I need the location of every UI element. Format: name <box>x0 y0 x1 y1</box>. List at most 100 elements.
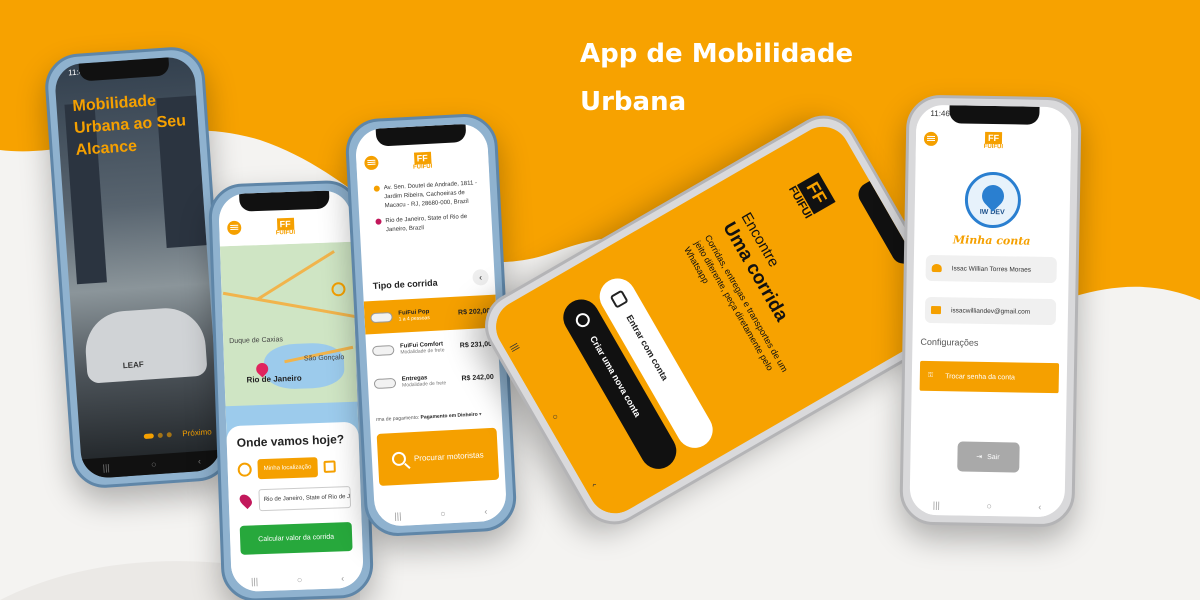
map-road <box>257 250 335 301</box>
origin-row: Minha localização <box>237 456 350 480</box>
search-drivers-button[interactable]: Procurar motoristas <box>376 427 500 486</box>
map-view[interactable]: Duque de Caxias São Gonçalo Rio de Janei… <box>219 241 359 442</box>
recents-icon[interactable]: ||| <box>933 500 940 510</box>
settings-heading: Configurações <box>920 336 979 348</box>
logout-label: Sair <box>987 453 1000 461</box>
map-label-city: Rio de Janeiro <box>246 373 302 385</box>
add-user-icon <box>573 310 593 330</box>
ride-option-delivery[interactable]: Entregas Modalidade de frete R$ 242,00 <box>367 360 501 400</box>
onboarding-screen: 11:45 Mobilidade Urbana ao Seu Alcance L… <box>53 55 223 480</box>
page-dot[interactable] <box>157 432 163 439</box>
back-icon[interactable]: ‹ <box>341 573 344 583</box>
account-title: Minha conta <box>952 233 1031 248</box>
search-icon <box>391 451 407 467</box>
edit-icon[interactable] <box>323 460 336 473</box>
sheet-title: Onde vamos hoje? <box>236 432 345 450</box>
back-icon[interactable]: ‹ <box>1038 502 1041 512</box>
destination-input[interactable]: Rio de Janeiro, State of Rio de J <box>258 485 352 512</box>
logo-word: FUIFUI <box>275 229 296 237</box>
phone-onboarding: 11:45 Mobilidade Urbana ao Seu Alcance L… <box>43 44 233 491</box>
app-logo: FF FUIFUI <box>412 151 433 171</box>
onboarding-title: Mobilidade Urbana ao Seu Alcance <box>72 92 187 160</box>
android-navbar: ||| ○ ‹ <box>909 494 1065 518</box>
email-value: issacwilliandev@gmail.com <box>950 306 1031 316</box>
home-icon[interactable]: ○ <box>151 459 157 469</box>
payment-method[interactable]: rma de pagamento: Pagamento em Dinheiro … <box>376 411 482 423</box>
home-icon[interactable]: ○ <box>440 509 446 519</box>
recents-icon[interactable]: ||| <box>509 342 521 353</box>
app-logo: FF FUIFUI <box>275 217 296 237</box>
payment-value: Pagamento em Dinheiro <box>420 411 478 421</box>
back-icon[interactable]: ‹ <box>484 506 488 516</box>
route-addresses: Av. Sen. Doutel de Andrade, 1811 - Jardi… <box>366 179 485 242</box>
status-time: 11:46 <box>930 108 950 119</box>
calculate-fare-button[interactable]: Calcular valor da corrida <box>239 521 353 555</box>
destination-text: Rio de Janeiro, State of Rio de Janeiro,… <box>385 213 468 234</box>
logo-ff: FF <box>413 151 432 165</box>
search-drivers-label: Procurar motoristas <box>413 449 484 463</box>
origin-marker-icon <box>373 185 380 192</box>
android-navbar: ||| ○ ‹ <box>374 500 508 528</box>
car-icon <box>373 377 397 389</box>
car-icon <box>370 311 393 323</box>
ride-type-title: Tipo de corrida <box>372 277 438 291</box>
home-icon[interactable]: ○ <box>550 412 561 422</box>
pagination-dots <box>143 432 172 440</box>
drop-logo-icon <box>976 179 1009 212</box>
car-image <box>83 305 208 384</box>
chevron-down-icon: ▾ <box>478 411 482 418</box>
page-headline: App de Mobilidade Urbana <box>580 30 853 126</box>
recents-icon[interactable]: ||| <box>102 462 110 472</box>
notch <box>239 190 330 212</box>
app-logo: FF FUIFUI <box>983 131 1004 151</box>
user-icon <box>931 263 942 273</box>
home-icon[interactable]: ○ <box>986 501 992 511</box>
map-label-sao-goncalo: São Gonçalo <box>303 354 345 363</box>
map-screen: FF FUIFUI Duque de Caxias São Gonçalo Ri… <box>218 189 364 593</box>
recents-icon[interactable]: ||| <box>394 511 402 521</box>
change-password-button[interactable]: ⚿ Trocar senha da conta <box>919 360 1060 394</box>
logout-button[interactable]: ⇥ Sair <box>956 441 1020 473</box>
account-screen: 11:46 FF FUIFUI IW DEV Minha conta Issac… <box>909 104 1072 518</box>
logo-word: FUIFUI <box>412 163 433 171</box>
avatar[interactable]: IW DEV <box>963 171 1021 229</box>
app-header: FF FUIFUI <box>915 122 1072 160</box>
destination-sheet: Onde vamos hoje? Minha localização Rio d… <box>226 421 364 573</box>
back-icon[interactable]: ‹ <box>590 481 600 489</box>
compass-icon[interactable] <box>331 282 346 297</box>
chevron-left-icon[interactable]: ‹ <box>472 268 489 286</box>
recents-icon[interactable]: ||| <box>251 576 258 586</box>
my-location-button[interactable]: Minha localização <box>257 457 318 480</box>
menu-icon[interactable] <box>227 220 242 236</box>
origin-address: Av. Sen. Doutel de Andrade, 1811 - Jardi… <box>366 179 483 212</box>
login-icon <box>609 289 629 309</box>
app-header: FF FUIFUI <box>355 140 490 182</box>
app-header: FF FUIFUI <box>218 207 352 247</box>
ride-price: R$ 231,00 <box>459 340 493 350</box>
email-field[interactable]: issacwilliandev@gmail.com <box>924 296 1057 326</box>
notch <box>948 105 1040 125</box>
ride-options-list: FuiFui Pop 1 a 4 pessoas R$ 202,00 FuiFu… <box>363 294 501 401</box>
origin-text: Av. Sen. Doutel de Andrade, 1811 - Jardi… <box>383 180 478 210</box>
back-icon[interactable]: ‹ <box>198 456 202 466</box>
change-password-label: Trocar senha da conta <box>945 372 1016 381</box>
headline-line1: App de Mobilidade <box>580 39 854 69</box>
android-navbar: ||| ○ ‹ <box>81 449 223 480</box>
name-value: Issac Willian Torres Moraes <box>951 264 1032 274</box>
page-dot[interactable] <box>166 432 172 438</box>
name-field[interactable]: Issac Willian Torres Moraes <box>925 254 1057 284</box>
android-navbar: ||| ○ ‹ <box>231 567 364 593</box>
menu-icon[interactable] <box>364 155 379 171</box>
destination-address: Rio de Janeiro, State of Rio de Janeiro,… <box>367 212 484 236</box>
logo-word: FUIFUI <box>983 143 1004 151</box>
logo-ff: FF <box>276 217 294 231</box>
page-dot-active[interactable] <box>143 433 154 440</box>
home-icon[interactable]: ○ <box>297 575 303 585</box>
ride-price: R$ 242,00 <box>461 373 495 383</box>
next-button[interactable]: Próximo <box>182 427 212 438</box>
phone-account: 11:46 FF FUIFUI IW DEV Minha conta Issac… <box>899 94 1082 528</box>
destination-marker-icon <box>375 218 382 225</box>
menu-icon[interactable] <box>923 131 939 147</box>
car-icon <box>371 344 395 356</box>
mail-icon <box>930 305 942 315</box>
